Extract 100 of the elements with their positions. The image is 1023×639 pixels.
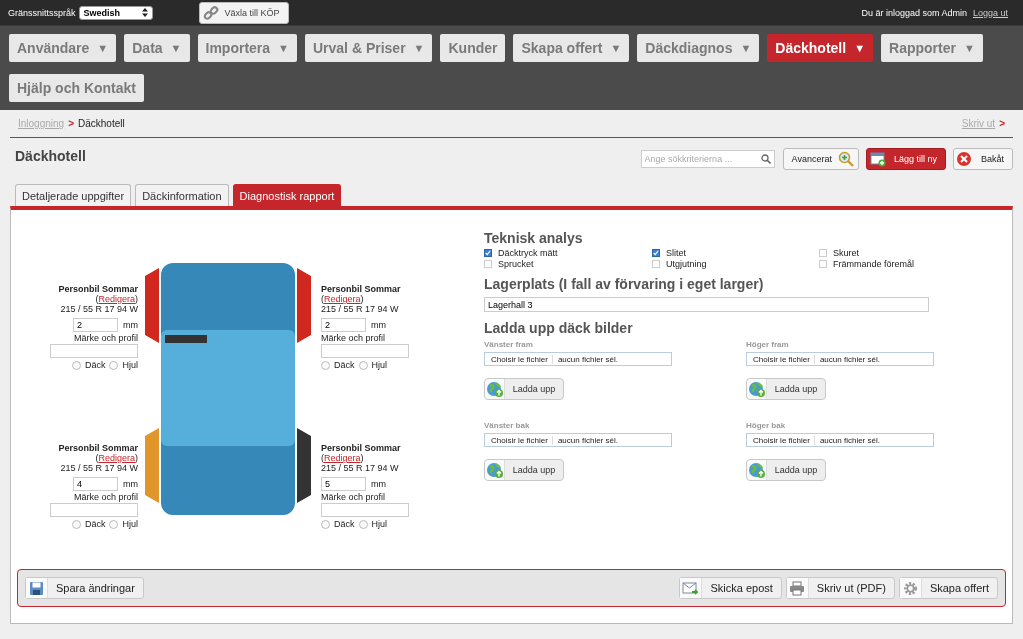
magnifier-icon (837, 151, 854, 167)
file-input[interactable]: Choisir le fichier aucun fichier sél. (484, 352, 672, 366)
depth-field[interactable]: 5 (321, 477, 366, 491)
brand-label: Märke och profil (321, 492, 386, 502)
file-input[interactable]: Choisir le fichier aucun fichier sél. (484, 433, 672, 447)
print-arrow: > (999, 118, 1005, 129)
file-input[interactable]: Choisir le fichier aucun fichier sél. (746, 433, 934, 447)
brand-field[interactable] (50, 344, 138, 358)
unit-label: mm (371, 320, 386, 330)
checkbox[interactable] (652, 249, 660, 257)
checkbox[interactable] (484, 249, 492, 257)
nav-menu-button[interactable]: Användare ▼ (9, 34, 117, 62)
send-email-button[interactable]: Skicka epost (679, 577, 782, 599)
radio-button[interactable] (321, 360, 330, 370)
save-button[interactable]: Spara ändringar (25, 577, 144, 599)
tab[interactable]: Detaljerade uppgifter (15, 184, 132, 206)
brand-label: Märke och profil (321, 333, 386, 343)
printer-icon (789, 580, 806, 596)
nav-menu-button[interactable]: Kunder (440, 34, 506, 62)
edit-link[interactable]: Redigera (324, 453, 361, 463)
search-icon (760, 154, 771, 164)
brand-label: Märke och profil (73, 492, 138, 502)
radio-label: Hjul (371, 519, 388, 529)
depth-field[interactable]: 4 (73, 477, 118, 491)
radio-button[interactable] (71, 360, 81, 370)
upload-button[interactable]: Ladda upp (746, 459, 826, 481)
checkbox-label: Främmande föremål (833, 259, 915, 269)
radio-button[interactable] (71, 519, 81, 529)
radio-label: Hjul (122, 360, 138, 370)
section-heading: Ladda upp däck bilder (484, 320, 634, 337)
nav-menu-button[interactable]: Däckdiagnos ▼ (637, 34, 760, 62)
storage-field[interactable]: Lagerhall 3 (484, 297, 929, 312)
radio-button[interactable] (358, 519, 368, 529)
radio-label: Däck (334, 360, 355, 370)
depth-field[interactable]: 2 (321, 318, 366, 332)
upload-button[interactable]: Ladda upp (484, 459, 564, 481)
tire-size: 215 / 55 R 17 94 W (60, 463, 138, 473)
create-quote-button[interactable]: Skapa offert (898, 577, 998, 599)
globe-upload-icon (747, 380, 766, 398)
nav-menu-button[interactable]: Importera ▼ (197, 34, 297, 62)
tire-title: Personbil Sommar (321, 443, 401, 453)
tire-shape[interactable] (297, 428, 311, 503)
logout-link[interactable]: Logga ut (972, 7, 1008, 18)
switch-button[interactable]: Växla till KÖP (198, 1, 289, 24)
page-title: Däckhotell (15, 148, 86, 164)
back-button[interactable]: Bakåt (953, 148, 1013, 170)
radio-button[interactable] (109, 360, 119, 370)
brand-field[interactable] (50, 503, 138, 517)
tab[interactable]: Däckinformation (135, 184, 229, 206)
section-heading: Teknisk analys (484, 230, 584, 247)
parenthesis: ( (321, 453, 324, 463)
parenthesis: ) (360, 294, 364, 304)
edit-link[interactable]: Redigera (98, 453, 135, 463)
upload-button[interactable]: Ladda upp (746, 378, 826, 400)
radio-label: Däck (84, 519, 106, 529)
parenthesis: ( (95, 453, 99, 463)
tire-size: 215 / 55 R 17 94 W (60, 304, 138, 314)
brand-field[interactable] (321, 503, 409, 517)
nav-menu-button[interactable]: Urval & Priser ▼ (304, 34, 433, 62)
nav-menu-button[interactable]: Däckhotell ▼ (767, 34, 873, 62)
language-select[interactable]: Swedish (78, 5, 153, 20)
link-icon (202, 4, 219, 21)
nav-menu-button[interactable]: Rapporter ▼ (881, 34, 983, 62)
unit-label: mm (123, 479, 138, 489)
nav-menu-button[interactable]: Data ▼ (124, 34, 190, 62)
unit-label: mm (371, 479, 386, 489)
nav-menu-button[interactable]: Hjälp och Kontakt (9, 74, 144, 102)
print-pdf-button[interactable]: Skriv ut (PDF) (785, 577, 895, 599)
tire-size: 215 / 55 R 17 94 W (321, 463, 399, 473)
upload-button[interactable]: Ladda upp (484, 378, 564, 400)
radio-label: Hjul (122, 519, 138, 529)
tab[interactable]: Diagnostisk rapport (232, 184, 342, 206)
upload-label: Vänster bak (484, 421, 531, 430)
upload-label: Höger fram (746, 340, 790, 349)
checkbox-label: Utgjutning (666, 259, 707, 269)
language-label: Gränssnittsspråk (8, 7, 76, 18)
edit-link[interactable]: Redigera (324, 294, 361, 304)
brand-label: Märke och profil (73, 333, 138, 343)
add-new-button[interactable]: Lägg till ny (865, 148, 946, 170)
radio-button[interactable] (109, 519, 119, 529)
checkbox-label: Sprucket (498, 259, 534, 269)
radio-button[interactable] (358, 360, 368, 370)
radio-label: Hjul (371, 360, 388, 370)
edit-link[interactable]: Redigera (98, 294, 135, 304)
brand-field[interactable] (321, 344, 409, 358)
advanced-button[interactable]: Avancerat (782, 148, 859, 170)
checkbox-label: Skuret (833, 248, 859, 258)
parenthesis: ( (321, 294, 324, 304)
radio-button[interactable] (321, 519, 330, 529)
parenthesis: ) (135, 294, 138, 304)
checkbox-label: Slitet (666, 248, 686, 258)
nav-menu-button[interactable]: Skapa offert ▼ (513, 34, 630, 62)
spinner-arrows-icon[interactable] (141, 8, 148, 17)
globe-upload-icon (485, 380, 504, 398)
file-input[interactable]: Choisir le fichier aucun fichier sél. (746, 352, 934, 366)
depth-field[interactable]: 2 (73, 318, 118, 332)
window-plus-icon (869, 151, 886, 167)
envelope-icon (682, 580, 700, 596)
parenthesis: ) (360, 453, 364, 463)
search-field[interactable]: Ange sökkriterierna ... (640, 150, 775, 168)
